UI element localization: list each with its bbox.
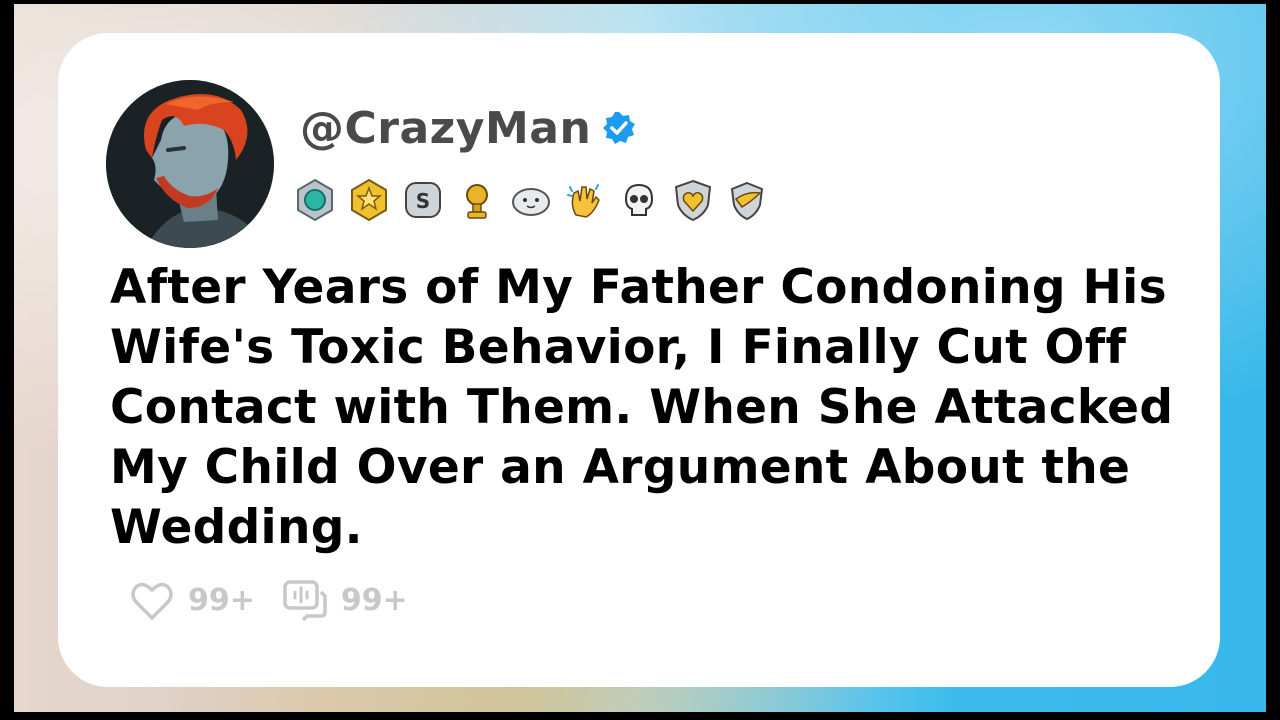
svg-text:S: S	[416, 189, 430, 213]
heart-icon[interactable]	[128, 578, 176, 622]
hexagon-gem-badge-icon[interactable]	[292, 177, 338, 223]
gold-trophy-badge-icon[interactable]	[454, 177, 500, 223]
gold-star-badge-icon[interactable]	[346, 177, 392, 223]
avatar[interactable]	[106, 80, 274, 248]
clapping-hands-badge-icon[interactable]	[562, 177, 608, 223]
skull-badge-icon[interactable]	[616, 177, 662, 223]
comment-icon[interactable]	[281, 578, 329, 622]
silver-s-badge-icon[interactable]: S	[400, 177, 446, 223]
winged-shield-badge-icon[interactable]	[724, 177, 770, 223]
gold-heart-shield-badge-icon[interactable]	[670, 177, 716, 223]
seal-face-badge-icon[interactable]	[508, 177, 554, 223]
avatar-image	[106, 80, 274, 248]
engagement-bar: 99+ 99+	[128, 576, 422, 624]
username[interactable]: @CrazyMan	[300, 103, 591, 154]
post-title: After Years of My Father Condoning His W…	[110, 260, 1174, 555]
likes-count: 99+	[188, 582, 255, 618]
badge-row: S	[292, 176, 770, 224]
username-row[interactable]: @CrazyMan	[300, 96, 637, 160]
verified-badge-icon	[603, 112, 636, 144]
comments-count: 99+	[340, 582, 408, 618]
